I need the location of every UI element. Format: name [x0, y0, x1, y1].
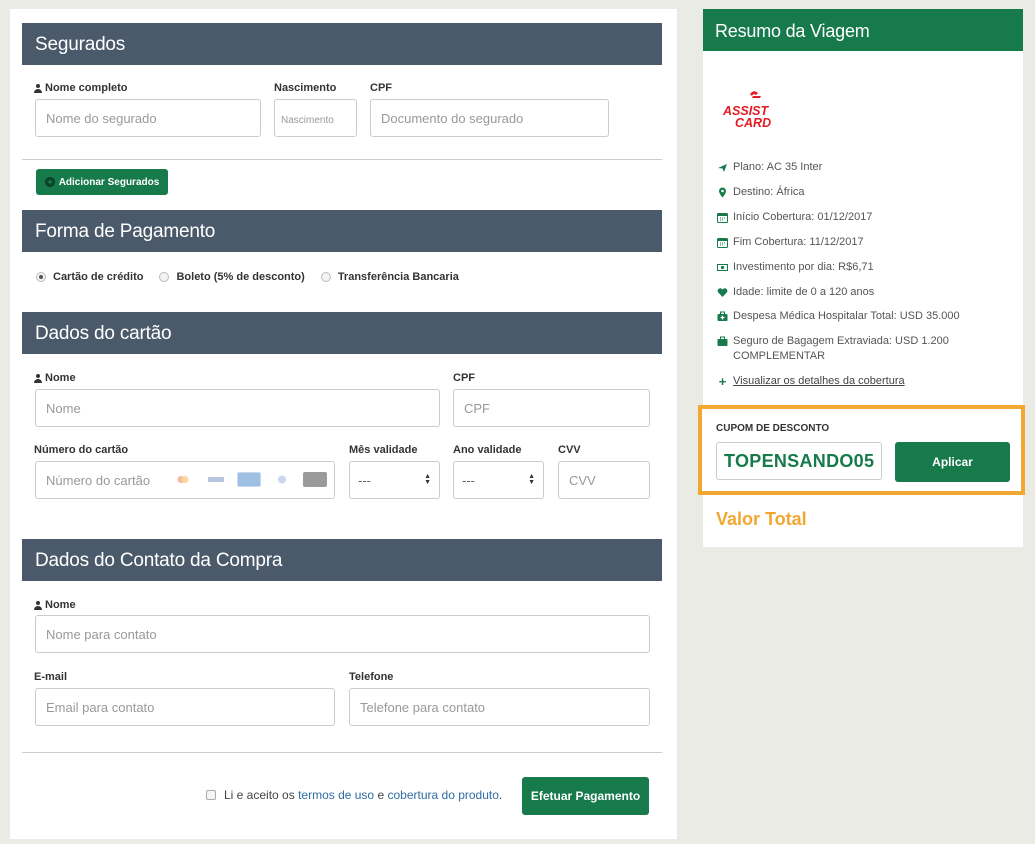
payment-option-credit[interactable]: Cartão de crédito [36, 271, 143, 283]
start-date-info: Início Cobertura: 01/12/2017 [717, 210, 1007, 225]
divider [22, 752, 662, 753]
nome-completo-label: Nome completo [34, 82, 128, 94]
calendar-icon [717, 237, 728, 248]
phone-input[interactable] [349, 688, 650, 726]
user-icon [34, 83, 42, 93]
select-arrows-icon: ▲ ▼ [528, 473, 535, 486]
add-segurados-button[interactable]: Adicionar Segurados [36, 169, 168, 195]
month-select[interactable]: --- ▲ ▼ [349, 461, 440, 499]
nascimento-label: Nascimento [274, 82, 337, 94]
apply-coupon-button[interactable]: Aplicar [895, 442, 1010, 482]
terms-link[interactable]: termos de uso [298, 788, 374, 802]
medical-info: Despesa Médica Hospitalar Total: USD 35.… [717, 309, 1007, 324]
contact-name-label: Nome [34, 599, 76, 611]
plus-circle-icon [44, 177, 55, 187]
divider [22, 159, 662, 160]
age-info: Idade: limite de 0 a 120 anos [717, 285, 1007, 300]
email-label: E-mail [34, 671, 68, 683]
plane-icon [717, 162, 728, 173]
year-select[interactable]: --- ▲ ▼ [453, 461, 544, 499]
daily-price-info: Investimento por dia: R$6,71 [717, 260, 1007, 275]
cvv-label: CVV [558, 444, 581, 456]
year-label: Ano validade [453, 444, 522, 456]
plan-info: Plano: AC 35 Inter [717, 160, 1007, 175]
select-arrows-icon: ▲ ▼ [424, 473, 431, 486]
user-icon [34, 600, 42, 610]
email-input[interactable] [35, 688, 335, 726]
card-cpf-label: CPF [453, 372, 475, 384]
terms-row: Li e aceito os termos de uso e cobertura… [206, 788, 502, 802]
nascimento-input[interactable] [274, 99, 357, 137]
radio[interactable] [320, 272, 331, 282]
cpf-label: CPF [370, 82, 392, 94]
end-date-info: Fim Cobertura: 11/12/2017 [717, 235, 1007, 250]
plus-icon: + [718, 374, 727, 389]
card-holder-input[interactable] [35, 389, 440, 427]
visa-icon [204, 472, 228, 487]
mastercard-icon [171, 472, 195, 487]
calendar-icon [717, 212, 728, 223]
assist-card-logo: ASSIST CARD [721, 82, 795, 132]
svg-text:CARD: CARD [735, 116, 771, 130]
coverage-link[interactable]: cobertura do produto [387, 788, 498, 802]
month-label: Mês validade [349, 444, 418, 456]
coupon-input[interactable]: TOPENSANDO05 [716, 442, 882, 480]
card-number-field [35, 461, 335, 499]
checkout-form-panel: Segurados Nome completo Nascimento CPF A… [10, 9, 677, 839]
coupon-label: CUPOM DE DESCONTO [716, 423, 830, 434]
card-name-label: Nome [34, 372, 76, 384]
phone-label: Telefone [349, 671, 394, 683]
heart-icon [717, 287, 728, 298]
contato-header: Dados do Contato da Compra [22, 539, 662, 581]
cvv-input[interactable] [558, 461, 650, 499]
suitcase-icon [717, 336, 728, 347]
cartao-header: Dados do cartão [22, 312, 662, 354]
payment-option-boleto[interactable]: Boleto (5% de desconto) [159, 271, 305, 283]
segurados-header: Segurados [22, 23, 662, 65]
medical-kit-icon [717, 311, 728, 322]
amex-icon [237, 472, 261, 487]
pagamento-header: Forma de Pagamento [22, 210, 662, 252]
payment-option-transfer[interactable]: Transferência Bancaria [320, 271, 459, 283]
total-value-label: Valor Total [716, 509, 807, 529]
coverage-details-link[interactable]: Visualizar os detalhes da cobertura [733, 374, 905, 389]
diners-icon [270, 472, 294, 487]
payment-method-group: Cartão de crédito Boleto (5% de desconto… [36, 271, 475, 283]
summary-header: Resumo da Viagem [703, 9, 1023, 51]
contact-name-input[interactable] [35, 615, 650, 653]
radio-checked[interactable] [36, 272, 46, 282]
terms-checkbox[interactable] [206, 790, 216, 800]
card-cpf-input[interactable] [453, 389, 650, 427]
destination-info: Destino: África [717, 185, 1007, 200]
user-icon [34, 373, 42, 383]
radio[interactable] [159, 272, 170, 282]
pay-button[interactable]: Efetuar Pagamento [522, 777, 649, 815]
segurado-cpf-input[interactable] [370, 99, 609, 137]
money-icon [717, 262, 728, 273]
details-row: + Visualizar os detalhes da cobertura [717, 374, 1007, 389]
card-brands [171, 472, 327, 487]
map-marker-icon [717, 187, 728, 198]
coupon-box: CUPOM DE DESCONTO TOPENSANDO05 Aplicar [698, 405, 1025, 495]
card-number-label: Número do cartão [34, 444, 129, 456]
elo-icon [303, 472, 327, 487]
baggage-info: Seguro de Bagagem Extraviada: USD 1.200 … [717, 334, 1007, 364]
segurado-name-input[interactable] [35, 99, 261, 137]
